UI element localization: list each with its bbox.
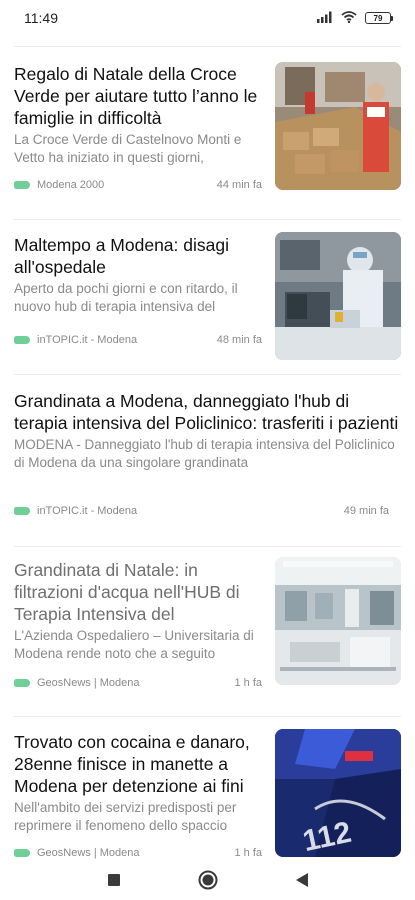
source-tag-icon — [14, 181, 30, 189]
article-thumbnail[interactable] — [275, 557, 401, 685]
article-source: GeosNews | Modena — [14, 847, 140, 859]
article-card[interactable]: Maltempo a Modena: disagi all'ospedale A… — [14, 220, 401, 375]
article-card[interactable]: Grandinata a Modena, danneggiato l'hub d… — [14, 375, 401, 547]
source-tag-icon — [14, 849, 30, 857]
article-source-name: Modena 2000 — [37, 179, 105, 191]
article-thumbnail[interactable]: 112 — [275, 729, 401, 857]
article-snippet: La Croce Verde di Castelnovo Monti e Vet… — [14, 132, 242, 165]
wifi-icon — [341, 10, 357, 26]
article-snippet: MODENA - Danneggiato l'hub di terapia in… — [14, 437, 395, 470]
article-title[interactable]: Maltempo a Modena: disagi all'ospedale — [14, 234, 264, 278]
source-tag-icon — [14, 336, 30, 344]
article-title[interactable]: Trovato con cocaina e danaro, 28enne fin… — [14, 731, 264, 797]
article-source-name: GeosNews | Modena — [37, 677, 140, 689]
article-title[interactable]: Grandinata a Modena, danneggiato l'hub d… — [14, 390, 401, 434]
article-time: 44 min fa — [216, 179, 262, 191]
article-source: Modena 2000 — [14, 179, 104, 191]
article-thumbnail[interactable] — [275, 62, 401, 190]
article-card[interactable]: Regalo di Natale della Croce Verde per a… — [14, 47, 401, 220]
signal-icon — [317, 10, 333, 26]
home-circle-icon[interactable] — [196, 868, 220, 892]
article-card[interactable]: Grandinata di Natale: in filtrazioni d'a… — [14, 547, 401, 717]
article-source-name: GeosNews | Modena — [37, 847, 140, 859]
article-source-name: inTOPIC.it - Modena — [37, 505, 138, 517]
article-title[interactable]: Grandinata di Natale: in filtrazioni d'a… — [14, 559, 264, 625]
article-source: inTOPIC.it - Modena — [14, 334, 137, 346]
article-source: GeosNews | Modena — [14, 677, 140, 689]
article-thumbnail[interactable] — [275, 232, 401, 360]
article-source-name: inTOPIC.it - Modena — [37, 334, 138, 346]
battery-icon: 79 — [365, 12, 393, 24]
status-bar: 11:49 79 — [0, 0, 415, 36]
article-time: 1 h fa — [234, 847, 262, 859]
article-card[interactable]: Trovato con cocaina e danaro, 28enne fin… — [14, 717, 401, 860]
back-triangle-icon[interactable] — [290, 868, 314, 892]
status-time: 11:49 — [24, 10, 58, 26]
article-snippet: L'Azienda Ospedaliero – Universitaria di… — [14, 628, 254, 661]
source-tag-icon — [14, 507, 30, 515]
news-feed[interactable]: Regalo di Natale della Croce Verde per a… — [0, 47, 415, 860]
navigation-bar — [0, 860, 415, 900]
battery-level: 79 — [365, 12, 391, 24]
article-time: 1 h fa — [234, 677, 262, 689]
article-time: 49 min fa — [343, 505, 389, 517]
recents-square-icon[interactable] — [102, 868, 126, 892]
status-icons: 79 — [317, 10, 393, 26]
article-source: inTOPIC.it - Modena — [14, 505, 137, 517]
article-snippet: Nell'ambito dei servizi predisposti per … — [14, 800, 237, 833]
article-time: 48 min fa — [216, 334, 262, 346]
article-title[interactable]: Regalo di Natale della Croce Verde per a… — [14, 63, 264, 129]
source-tag-icon — [14, 679, 30, 687]
article-snippet: Aperto da pochi giorni e con ritardo, il… — [14, 281, 238, 314]
